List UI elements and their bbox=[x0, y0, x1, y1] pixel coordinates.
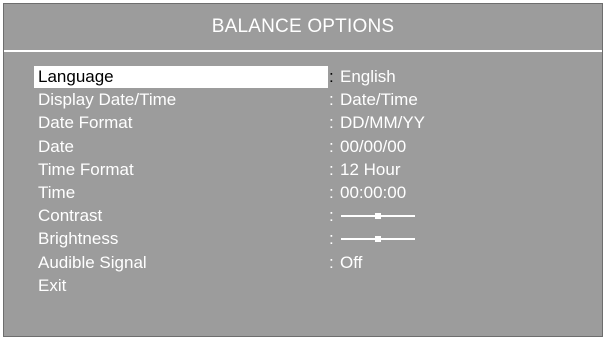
menu-item-label: Brightness bbox=[38, 229, 119, 249]
menu-item-label: Time bbox=[38, 182, 76, 202]
time-format-value: 12 Hour bbox=[340, 159, 401, 179]
language-value: English bbox=[340, 67, 396, 86]
menu-item-label: Contrast bbox=[38, 206, 103, 226]
contrast-slider[interactable] bbox=[341, 213, 415, 220]
menu-item-label: Audible Signal bbox=[38, 252, 147, 272]
separator: : bbox=[329, 182, 334, 202]
brightness-slider[interactable] bbox=[341, 236, 415, 243]
page-title: BALANCE OPTIONS bbox=[211, 16, 395, 37]
date-value: 00/00/00 bbox=[340, 136, 407, 156]
separator: : bbox=[329, 90, 334, 110]
title-divider bbox=[4, 50, 602, 52]
display-date-time-value: Date/Time bbox=[340, 90, 418, 110]
brightness-slider-knob[interactable] bbox=[375, 236, 381, 243]
menu-item-label: Time Format bbox=[38, 159, 134, 179]
menu-item-label: Date bbox=[38, 136, 74, 156]
time-value: 00:00:00 bbox=[340, 182, 407, 202]
separator: : bbox=[329, 67, 334, 86]
menu-item-label: Date Format bbox=[38, 113, 133, 133]
contrast-slider-knob[interactable] bbox=[375, 213, 381, 220]
separator: : bbox=[329, 113, 334, 133]
balance-options-screen: BALANCE OPTIONS Language : English Displ… bbox=[3, 3, 603, 337]
separator: : bbox=[329, 159, 334, 179]
menu-item-label: Language bbox=[34, 66, 328, 88]
menu-item-label: Display Date/Time bbox=[38, 90, 177, 110]
audible-signal-value: Off bbox=[340, 252, 363, 272]
separator: : bbox=[329, 136, 334, 156]
menu-item-label: Exit bbox=[38, 275, 67, 295]
separator: : bbox=[329, 229, 334, 249]
separator: : bbox=[329, 252, 334, 272]
date-format-value: DD/MM/YY bbox=[340, 113, 425, 133]
separator: : bbox=[329, 206, 334, 226]
